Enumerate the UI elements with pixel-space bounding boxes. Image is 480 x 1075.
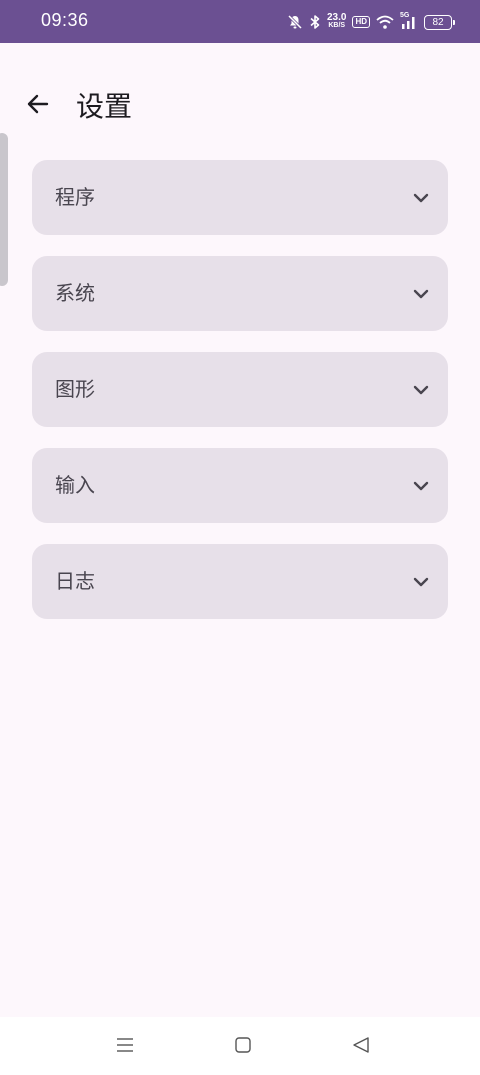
signal-label: 5G	[400, 12, 410, 19]
settings-sections: 程序 系统 图形 输入 日志	[32, 160, 448, 640]
section-label: 系统	[55, 281, 95, 305]
chevron-down-icon	[412, 285, 430, 303]
chevron-down-icon	[412, 477, 430, 495]
section-system[interactable]: 系统	[32, 256, 448, 331]
chevron-down-icon	[412, 573, 430, 591]
status-time: 09:36	[41, 10, 89, 30]
arrow-left-icon	[25, 91, 51, 121]
section-label: 日志	[55, 569, 95, 593]
status-icons: 23.0 KB/S HD 5G 82	[287, 11, 455, 33]
mute-bell-icon	[287, 14, 303, 30]
home-icon	[234, 1036, 252, 1058]
page-title: 设置	[76, 90, 133, 123]
network-speed-value: 23.0	[326, 12, 347, 23]
home-button[interactable]	[231, 1035, 255, 1059]
battery-indicator: 82	[424, 14, 455, 30]
hd-badge: HD	[352, 16, 370, 28]
section-label: 图形	[55, 377, 95, 401]
back-icon	[351, 1036, 371, 1058]
section-label: 输入	[55, 473, 95, 497]
menu-icon	[115, 1036, 135, 1058]
network-speed-unit: KB/S	[328, 22, 346, 29]
section-program[interactable]: 程序	[32, 160, 448, 235]
signal-icon: 5G	[400, 12, 418, 30]
wifi-icon	[376, 15, 394, 29]
section-log[interactable]: 日志	[32, 544, 448, 619]
system-back-button[interactable]	[349, 1035, 373, 1059]
section-graphics[interactable]: 图形	[32, 352, 448, 427]
bluetooth-icon	[309, 14, 321, 30]
section-label: 程序	[55, 185, 95, 209]
back-button[interactable]	[20, 88, 56, 124]
recent-apps-button[interactable]	[113, 1035, 137, 1059]
system-nav-bar	[0, 1017, 480, 1075]
chevron-down-icon	[412, 381, 430, 399]
edge-drag-handle[interactable]	[0, 133, 8, 286]
section-input[interactable]: 输入	[32, 448, 448, 523]
status-bar: 09:36 23.0 KB/S HD 5G 82	[0, 0, 480, 43]
network-speed: 23.0 KB/S	[326, 12, 347, 30]
chevron-down-icon	[412, 189, 430, 207]
